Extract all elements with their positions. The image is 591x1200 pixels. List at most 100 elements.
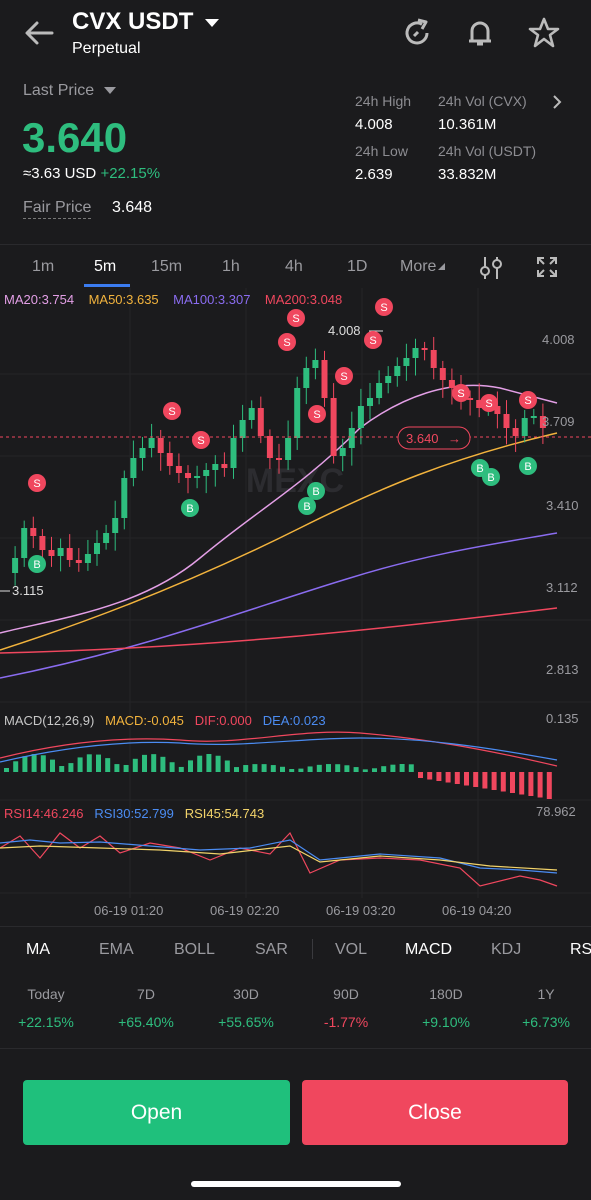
open-button[interactable]: Open xyxy=(23,1080,290,1145)
candle-body xyxy=(348,428,355,448)
candle-body xyxy=(339,448,346,456)
indicator-tab-boll[interactable]: BOLL xyxy=(174,941,215,959)
macd-axis-top: 0.135 xyxy=(546,711,579,726)
candle-body xyxy=(376,383,383,398)
candle-body xyxy=(330,398,337,456)
tab-1d[interactable]: 1D xyxy=(347,258,367,276)
macd-bar xyxy=(178,766,184,772)
fair-price-label[interactable]: Fair Price xyxy=(23,199,92,219)
tab-15m[interactable]: 15m xyxy=(151,258,182,276)
indicator-tab-macd[interactable]: MACD xyxy=(405,941,452,959)
dea-value: DEA:0.023 xyxy=(262,713,326,728)
usd-approx: ≈3.63 USD xyxy=(23,165,97,182)
rsi-pane xyxy=(0,831,558,887)
macd-bar xyxy=(546,772,552,799)
period-label: 30D xyxy=(233,986,259,1002)
ma50-value: MA50:3.635 xyxy=(88,292,159,307)
period-label: 7D xyxy=(137,986,155,1002)
macd-bar xyxy=(427,772,433,780)
signal-letter: B xyxy=(487,472,494,484)
candle-body xyxy=(385,376,392,383)
ma100-line xyxy=(0,532,558,679)
signal-letter: B xyxy=(33,559,40,571)
tab-more[interactable]: More xyxy=(400,258,446,276)
ma200-line xyxy=(0,607,558,654)
last-price-label[interactable]: Last Price xyxy=(23,82,117,100)
indicator-tabs: MA EMA BOLL SAR VOL MACD KDJ RS xyxy=(0,926,591,971)
candle-body xyxy=(48,550,55,556)
macd-bar xyxy=(22,756,28,772)
macd-bar xyxy=(215,755,221,772)
macd-bar xyxy=(77,757,83,772)
current-price-arrow: → xyxy=(448,431,461,446)
candle-body xyxy=(75,560,82,563)
candle-body xyxy=(221,464,228,468)
star-icon[interactable] xyxy=(527,16,561,50)
rsi45-value: RSI45:54.743 xyxy=(184,806,265,821)
macd-bar xyxy=(142,754,147,772)
chevron-right-icon[interactable] xyxy=(550,93,564,111)
macd-legend: MACD(12,26,9) MACD:-0.045 DIF:0.000 DEA:… xyxy=(4,713,326,728)
candlestick-chart[interactable]: MEXC 3.640 → 4.008 3.115 SBSSBSSSSSSBBSS… xyxy=(0,288,591,924)
candle-body xyxy=(239,420,246,438)
bell-icon[interactable] xyxy=(463,16,497,50)
vol-usdt-label: 24h Vol (USDT) xyxy=(438,143,537,159)
high-label: 24h High xyxy=(355,93,412,109)
candle-body xyxy=(276,458,282,460)
rsi14-line xyxy=(0,831,558,887)
close-button[interactable]: Close xyxy=(302,1080,568,1145)
macd-bar xyxy=(436,772,442,781)
tab-1m[interactable]: 1m xyxy=(32,258,54,276)
candle-body xyxy=(212,464,219,470)
back-arrow-icon[interactable] xyxy=(22,16,56,50)
indicator-tab-vol[interactable]: VOL xyxy=(335,941,367,959)
usd-equivalent: ≈3.63 USD +22.15% xyxy=(23,165,160,182)
tab-5m[interactable]: 5m xyxy=(94,258,116,276)
macd-bar xyxy=(344,765,350,772)
dropdown-caret-icon xyxy=(103,87,116,94)
refresh-icon[interactable] xyxy=(400,16,434,50)
mexc-watermark: MEXC xyxy=(246,462,344,500)
low-label: 24h Low xyxy=(355,143,408,159)
tab-4h[interactable]: 4h xyxy=(285,258,303,276)
macd-pane xyxy=(0,731,558,799)
symbol-title[interactable]: CVX USDT xyxy=(72,8,220,36)
dropdown-caret-icon xyxy=(205,18,220,27)
indicator-tab-ema[interactable]: EMA xyxy=(99,941,134,959)
candle-body xyxy=(530,416,537,418)
active-tab-underline xyxy=(84,284,130,287)
indicator-tab-kdj[interactable]: KDJ xyxy=(491,941,521,959)
macd-bar xyxy=(114,764,120,772)
indicator-tab-sar[interactable]: SAR xyxy=(255,941,288,959)
tab-1h[interactable]: 1h xyxy=(222,258,240,276)
buy-signal: B xyxy=(298,497,316,515)
macd-bar xyxy=(188,760,193,772)
macd-bar xyxy=(132,758,138,772)
signal-letter: S xyxy=(313,409,320,421)
macd-value: MACD:-0.045 xyxy=(105,713,184,728)
low-marker: 3.115 xyxy=(12,583,44,598)
indicator-tab-rsi[interactable]: RS xyxy=(570,941,591,959)
macd-bar xyxy=(68,763,74,772)
macd-bar xyxy=(519,772,525,795)
candle-body xyxy=(112,518,119,533)
macd-bar xyxy=(123,764,129,772)
indicator-settings-icon[interactable] xyxy=(478,255,504,281)
macd-bar xyxy=(491,772,497,790)
macd-bar xyxy=(160,756,166,772)
indicator-tab-ma[interactable]: MA xyxy=(26,941,50,959)
fullscreen-icon[interactable] xyxy=(535,255,559,279)
candle-body xyxy=(166,453,173,466)
macd-bar xyxy=(252,764,258,772)
macd-bar xyxy=(307,766,313,772)
macd-bar xyxy=(537,772,543,798)
candle-body xyxy=(39,536,46,550)
sell-signal: S xyxy=(375,298,393,316)
macd-bar xyxy=(362,769,368,772)
rsi30-value: RSI30:52.799 xyxy=(94,806,174,821)
signal-letter: B xyxy=(524,461,531,473)
candle-body xyxy=(175,466,182,473)
time-label: 06-19 01:20 xyxy=(94,903,164,918)
macd-params: MACD(12,26,9) xyxy=(4,713,95,728)
candle-body xyxy=(84,554,91,563)
